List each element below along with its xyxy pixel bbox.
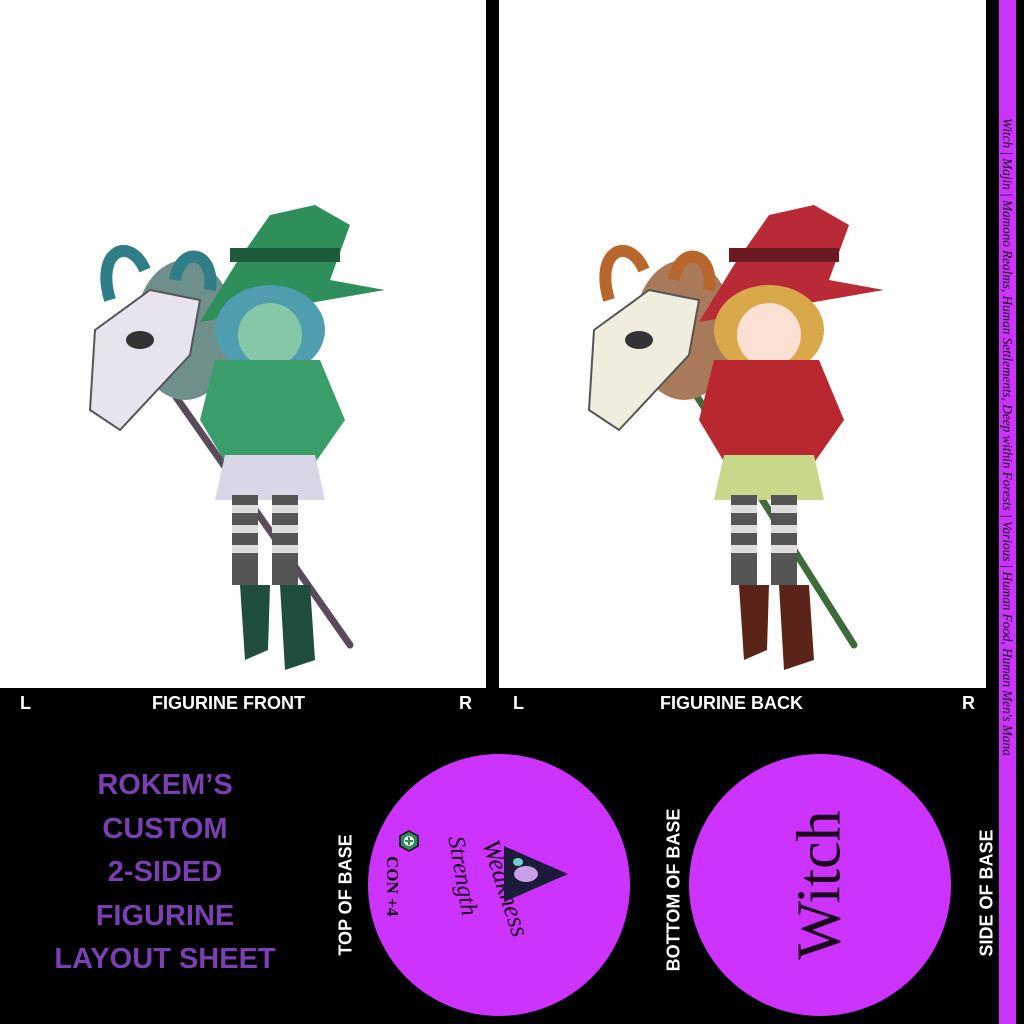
witch-figurine-back-image [587,205,884,670]
shield-plus-icon [398,830,420,857]
bottom-of-base-label: BOTTOM OF BASE [663,808,684,972]
side-strip-text: Witch | Majin | Mamono Realms, Human Set… [1000,118,1015,756]
sheet-title-line: FIGURINE [95,899,235,932]
side-of-base-label: SIDE OF BASE [976,829,997,957]
witch-figurine-front-image [88,205,385,670]
top-of-base-circle: Weakness Strength CON +4 [368,754,630,1016]
base-name-text: Witch [785,810,854,960]
sheet-title-line: CUSTOM [102,812,228,845]
back-right-mark: R [962,693,975,713]
emblem-icon [498,842,574,911]
front-right-mark: R [459,693,472,713]
sheet-title-line: LAYOUT SHEET [54,943,276,975]
figurine-back-label: FIGURINE BACK [660,693,803,713]
bottom-of-base-circle: Witch [689,754,951,1016]
sheet-title-line: ROKEM’S [97,769,233,801]
sheet-title-line: 2-SIDED [107,856,223,888]
top-of-base-label: TOP OF BASE [335,834,356,956]
con-stat: CON +4 [383,856,402,917]
figurine-front-panel [0,0,486,688]
back-left-mark: L [513,693,524,713]
sheet-title: ROKEM’S CUSTOM 2-SIDED FIGURINE LAYOUT S… [20,764,310,982]
front-left-mark: L [20,693,31,713]
figurine-back-panel [499,0,986,688]
figurine-front-label: FIGURINE FRONT [152,693,305,713]
